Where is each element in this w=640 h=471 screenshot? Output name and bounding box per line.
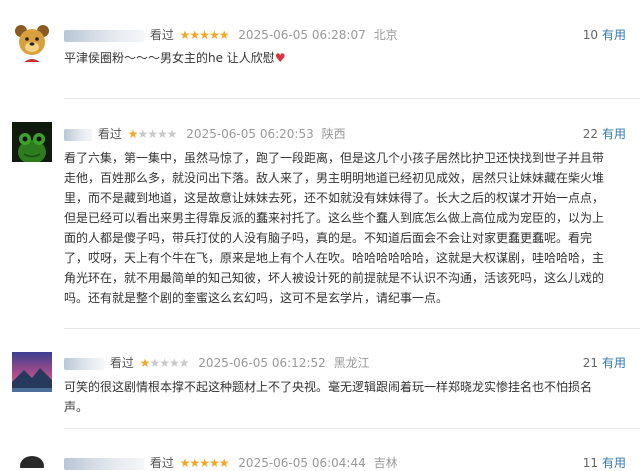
watched-label: 看过 <box>109 356 134 370</box>
username-blurred[interactable] <box>64 128 92 141</box>
avatar[interactable] <box>12 352 52 392</box>
vote-count: 11 有用 <box>583 454 626 471</box>
username-blurred[interactable] <box>64 29 144 42</box>
vote-number: 21 <box>582 356 598 370</box>
comment-1: 看过 ★★★★★ 2025-06-05 06:28:07 北京 10 有用 平津侯… <box>0 0 640 100</box>
heart-icon: ♥ <box>274 51 286 65</box>
dark-avatar-icon <box>12 452 52 468</box>
divider <box>64 428 640 429</box>
divider <box>64 98 640 99</box>
rating-stars: ★★★★★ <box>127 127 178 141</box>
rating-stars: ★★★★★ <box>139 356 190 370</box>
avatar[interactable] <box>12 22 52 62</box>
useful-button[interactable]: 有用 <box>602 127 626 141</box>
vote-count: 21 有用 <box>583 354 626 371</box>
useful-button[interactable]: 有用 <box>602 356 626 370</box>
avatar[interactable] <box>12 122 52 162</box>
rating-stars: ★★★★★ <box>179 28 230 42</box>
landscape-avatar-icon <box>12 352 52 392</box>
avatar[interactable] <box>12 452 52 468</box>
frog-avatar-icon <box>12 122 52 162</box>
vote-number: 22 <box>582 127 598 141</box>
watched-label: 看过 <box>97 127 122 141</box>
comment-meta: 看过 ★★★★★ 2025-06-05 06:28:07 北京 <box>64 26 398 42</box>
vote-count: 22 有用 <box>583 125 626 142</box>
vote-count: 10 有用 <box>583 26 626 43</box>
vote-number: 10 <box>582 28 598 42</box>
comment-time: 2025-06-05 06:28:07 <box>238 28 366 42</box>
comment-text: 可笑的很这剧情根本撑不起这种题材上不了央视。毫无逻辑跟闹着玩一样郑晓龙实惨挂名也… <box>64 380 593 414</box>
comment-meta: 看过 ★★★★★ 2025-06-05 06:20:53 陕西 <box>64 125 346 141</box>
username-blurred[interactable] <box>64 357 104 370</box>
comment-text: 平津侯圈粉～～～男女主的he 让人欣慰♥ <box>64 48 604 68</box>
comment-body: 平津侯圈粉～～～男女主的he 让人欣慰 <box>64 51 275 65</box>
divider <box>64 328 640 329</box>
comment-time: 2025-06-05 06:20:53 <box>186 127 314 141</box>
comment-time: 2025-06-05 06:12:52 <box>198 356 326 370</box>
comment-location: 黑龙江 <box>333 356 370 370</box>
comment-location: 北京 <box>373 28 398 42</box>
comment-meta: 看过 ★★★★★ 2025-06-05 06:12:52 黑龙江 <box>64 354 370 370</box>
comment-location: 陕西 <box>321 127 346 141</box>
comment-text: 看了六集，第一集中，虽然马惊了，跑了一段距离，但是这几个小孩子居然比护卫还快找到… <box>64 151 605 305</box>
useful-button[interactable]: 有用 <box>602 28 626 42</box>
bear-avatar-icon <box>12 22 52 62</box>
watched-label: 看过 <box>149 28 174 42</box>
